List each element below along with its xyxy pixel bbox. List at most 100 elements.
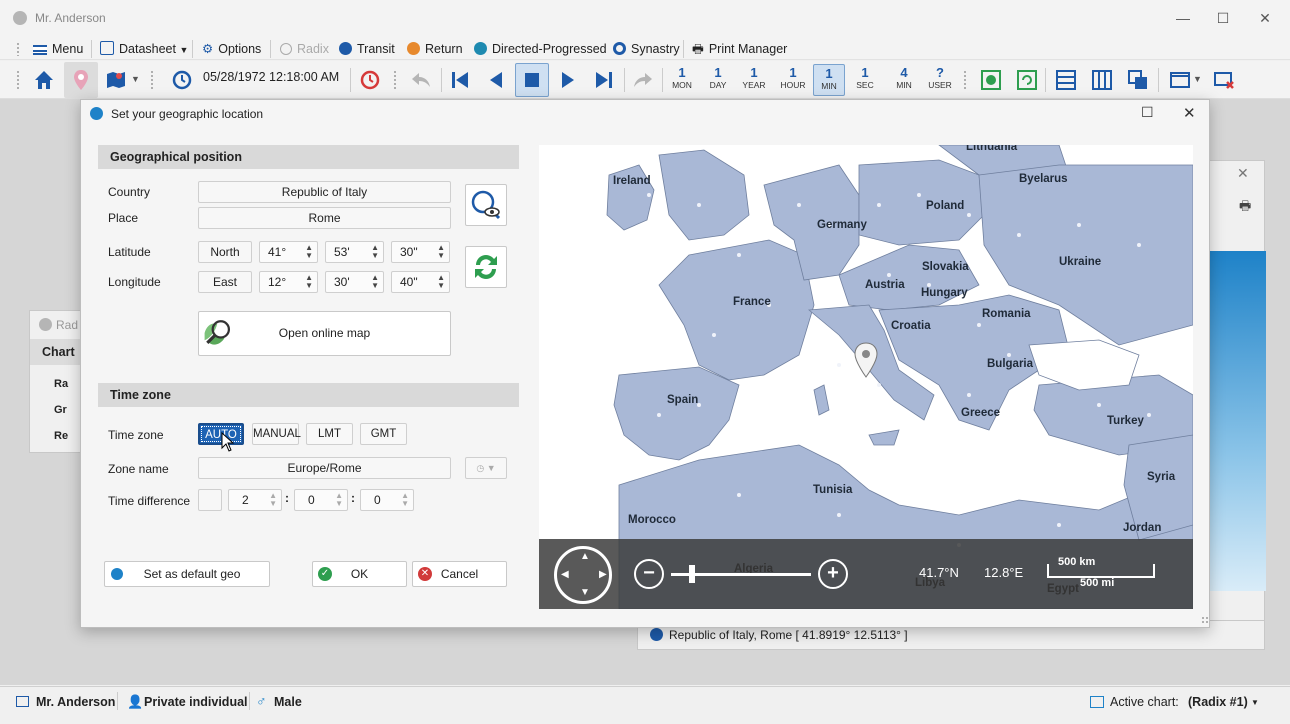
maximize-icon[interactable]: ☐ (1200, 6, 1246, 30)
undo-button[interactable] (405, 64, 437, 96)
spin-arrows-icon[interactable]: ▲ ▼ (305, 274, 313, 290)
aspect-a-button[interactable] (975, 64, 1007, 96)
layout-cols-button[interactable] (1086, 64, 1118, 96)
next-button[interactable] (552, 64, 584, 96)
latitude-seconds[interactable]: 30" ▲ ▼ (391, 241, 450, 263)
arrow-down-icon[interactable]: ▼ (580, 587, 590, 598)
tz-lmt-button[interactable]: LMT (306, 423, 353, 445)
latitude-direction[interactable]: North (198, 241, 252, 263)
step-minute-button[interactable]: 1 MIN (813, 64, 845, 96)
spin-arrows-icon[interactable]: ▲ ▼ (269, 492, 277, 508)
tz-gmt-button[interactable]: GMT (360, 423, 407, 445)
sync-button[interactable] (465, 246, 507, 288)
uk-shape (658, 149, 750, 241)
print-manager-menu[interactable]: 🖶 Print Manager (692, 40, 787, 58)
time-difference-minutes[interactable]: 0 ▲ ▼ (294, 489, 348, 511)
close-icon[interactable]: ✕ (1242, 6, 1288, 30)
time-now-button[interactable] (354, 64, 386, 96)
last-button[interactable] (588, 64, 620, 96)
spin-arrows-icon[interactable]: ▲ ▼ (305, 244, 313, 260)
step-month-button[interactable]: 1 MON (666, 64, 698, 96)
longitude-minutes[interactable]: 30' ▲ ▼ (325, 271, 384, 293)
arrow-up-icon[interactable]: ▲ (580, 551, 590, 562)
spin-arrows-icon[interactable]: ▲ ▼ (401, 492, 409, 508)
spin-arrows-icon[interactable]: ▲ ▼ (437, 274, 445, 290)
transit-menu[interactable]: Transit (339, 40, 395, 58)
time-difference-seconds[interactable]: 0 ▲ ▼ (360, 489, 414, 511)
cascade-button[interactable] (1122, 64, 1154, 96)
synastry-menu[interactable]: Synastry (613, 40, 680, 58)
step-day-button[interactable]: 1 DAY (702, 64, 734, 96)
spin-arrows-icon[interactable]: ▲ ▼ (371, 244, 379, 260)
arrow-left-icon[interactable]: ◀ (561, 569, 569, 580)
map-button[interactable] (100, 64, 132, 96)
check-icon: ✓ (318, 567, 332, 581)
return-menu[interactable]: Return (407, 40, 463, 58)
status-person[interactable]: Mr. Anderson (36, 695, 115, 709)
spin-arrows-icon[interactable]: ▲ ▼ (371, 274, 379, 290)
cancel-button[interactable]: ✕ Cancel (412, 561, 507, 587)
aspect-icon (981, 70, 1001, 90)
redo-button[interactable] (627, 64, 659, 96)
step-year-button[interactable]: 1 YEAR (738, 64, 770, 96)
directed-progressed-menu[interactable]: Directed-Progressed (474, 40, 607, 58)
refresh-button[interactable] (1011, 64, 1043, 96)
close-icon[interactable]: ✕ (1237, 165, 1249, 182)
country-field[interactable]: Republic of Italy (198, 181, 451, 203)
open-online-map-button[interactable]: Open online map (198, 311, 451, 356)
chevron-down-icon[interactable]: ▼ (1251, 698, 1259, 707)
time-difference-hours[interactable]: 2 ▲ ▼ (228, 489, 282, 511)
printer-icon[interactable]: 🖶 (1239, 197, 1251, 219)
step-second-button[interactable]: 1 SEC (849, 64, 881, 96)
zoom-slider-thumb[interactable] (689, 565, 695, 583)
longitude-degrees[interactable]: 12° ▲ ▼ (259, 271, 318, 293)
tz-manual-button[interactable]: MANUAL (252, 423, 301, 445)
place-field[interactable]: Rome (198, 207, 451, 229)
step-user-button[interactable]: ? USER (924, 64, 956, 96)
title-bar: Mr. Anderson — ☐ ✕ (0, 0, 1290, 36)
radix-menu[interactable]: Radix (280, 40, 329, 58)
time-difference-sign[interactable] (198, 489, 222, 511)
ok-button[interactable]: ✓ OK (312, 561, 407, 587)
pan-control[interactable]: ▲ ▼ ◀ ▶ (554, 546, 612, 604)
zone-picker-button[interactable]: ◷ ▼ (465, 457, 507, 479)
geo-section-header: Geographical position (98, 145, 519, 169)
prev-button[interactable] (480, 64, 512, 96)
active-chart-select[interactable]: (Radix #1) (1188, 695, 1248, 709)
maximize-icon[interactable]: ☐ (1141, 104, 1154, 121)
first-button[interactable] (444, 64, 476, 96)
spin-arrows-icon[interactable]: ▲ ▼ (437, 244, 445, 260)
active-chart-label: Active chart: (1110, 695, 1179, 709)
arrow-right-icon[interactable]: ▶ (599, 569, 607, 580)
longitude-direction[interactable]: East (198, 271, 252, 293)
zoom-in-button[interactable]: + (818, 559, 848, 589)
close-icon[interactable]: ✕ (1183, 104, 1196, 122)
datetime-field[interactable]: 05/28/1972 12:18:00 AM (203, 70, 339, 84)
status-type[interactable]: Private individual (144, 695, 248, 709)
latitude-minutes[interactable]: 53' ▲ ▼ (325, 241, 384, 263)
menu-button[interactable]: Menu (33, 40, 83, 58)
latitude-degrees[interactable]: 41° ▲ ▼ (259, 241, 318, 263)
close-window-button[interactable] (1208, 64, 1240, 96)
zoom-out-button[interactable]: − (634, 559, 664, 589)
status-gender[interactable]: Male (274, 695, 302, 709)
datasheet-menu[interactable]: Datasheet ▼ (100, 40, 188, 58)
chevron-down-icon[interactable]: ▼ (131, 74, 140, 84)
zone-name-field[interactable]: Europe/Rome (198, 457, 451, 479)
longitude-seconds[interactable]: 40" ▲ ▼ (391, 271, 450, 293)
layout-rows-button[interactable] (1050, 64, 1082, 96)
set-default-geo-button[interactable]: Set as default geo (104, 561, 270, 587)
resize-grip-icon[interactable] (1201, 616, 1209, 624)
home-button[interactable] (28, 64, 60, 96)
options-menu[interactable]: ⚙ Options (202, 40, 261, 58)
history-button[interactable] (166, 64, 198, 96)
stop-button[interactable] (515, 63, 549, 97)
search-place-button[interactable] (465, 184, 507, 226)
location-button[interactable] (64, 62, 98, 98)
spin-arrows-icon[interactable]: ▲ ▼ (335, 492, 343, 508)
step-hour-button[interactable]: 1 HOUR (777, 64, 809, 96)
step-4min-button[interactable]: 4 MIN (888, 64, 920, 96)
longitude-label: Longitude (108, 275, 161, 289)
chevron-down-icon[interactable]: ▼ (1193, 74, 1202, 84)
new-window-button[interactable] (1164, 64, 1196, 96)
